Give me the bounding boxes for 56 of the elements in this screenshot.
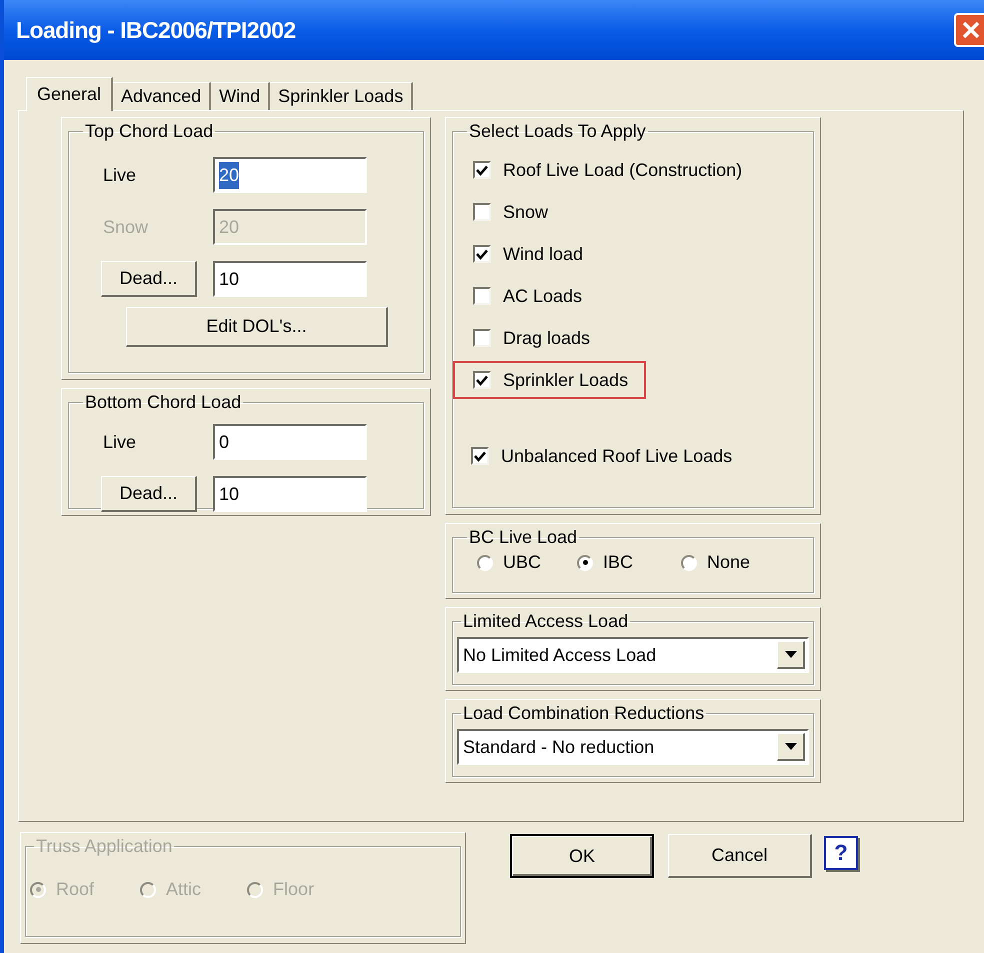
radio-button[interactable]	[477, 554, 493, 570]
checkbox[interactable]	[471, 447, 489, 465]
tab[interactable]: Wind	[211, 82, 270, 110]
checkbox[interactable]	[473, 245, 491, 263]
text-field[interactable]: 10	[213, 476, 367, 512]
close-icon	[961, 20, 981, 40]
edit-dols-button[interactable]: Edit DOL's...	[126, 307, 388, 347]
radio-label: None	[707, 551, 750, 574]
group-title: Truss Application	[35, 835, 174, 858]
dropdown-arrow-button[interactable]	[777, 641, 805, 669]
dropdown-arrow-button[interactable]	[777, 733, 805, 761]
dropdown[interactable]: No Limited Access Load	[457, 637, 809, 673]
text-field[interactable]: 20	[213, 157, 367, 193]
caret-icon	[784, 743, 796, 750]
tab[interactable]: Sprinkler Loads	[270, 82, 414, 110]
radio-label: Floor	[273, 878, 314, 901]
group-title: Bottom Chord Load	[84, 391, 242, 414]
dead-button[interactable]: Dead...	[101, 476, 197, 512]
text-field[interactable]: 10	[213, 261, 367, 297]
radio-label: Attic	[166, 878, 202, 901]
checkbox[interactable]	[473, 161, 491, 179]
checkbox[interactable]	[473, 203, 491, 221]
checkbox[interactable]	[473, 287, 491, 305]
group-title: Load Combination Reductions	[462, 702, 706, 725]
caret-icon	[784, 651, 796, 658]
checkbox-label: Drag loads	[503, 326, 590, 350]
dropdown[interactable]: Standard - No reduction	[457, 729, 809, 765]
field-label: Live	[102, 430, 138, 454]
text-field[interactable]: 0	[213, 424, 367, 460]
radio-label: Roof	[56, 878, 94, 901]
dialog-button[interactable]: OK	[510, 834, 654, 878]
radio-button[interactable]	[681, 554, 698, 570]
checkbox-label: Snow	[503, 200, 548, 224]
checkbox-label: Wind load	[503, 242, 584, 266]
dead-button[interactable]: Dead...	[101, 261, 197, 297]
checkbox-label: Unbalanced Roof Live Loads	[501, 444, 732, 468]
group-title: Limited Access Load	[462, 610, 630, 633]
dialog-button[interactable]: Cancel	[668, 834, 812, 878]
tab[interactable]: General	[26, 77, 114, 111]
field-label: Snow	[102, 216, 150, 238]
checkbox-label: Roof Live Load (Construction)	[503, 158, 742, 182]
radio-label: IBC	[603, 551, 634, 574]
checkbox-label: Sprinkler Loads	[503, 368, 628, 392]
radio-label: UBC	[503, 551, 542, 574]
radio-button[interactable]	[577, 554, 594, 570]
checkbox[interactable]	[473, 371, 491, 389]
field-label: Live	[102, 164, 138, 186]
close-button[interactable]	[954, 13, 984, 47]
tab[interactable]: Advanced	[113, 82, 212, 110]
window-title: Loading - IBC2006/TPI2002	[16, 16, 296, 45]
checkbox-label: AC Loads	[503, 284, 582, 308]
group-title: Select Loads To Apply	[468, 120, 647, 143]
group-title: BC Live Load	[468, 526, 578, 549]
checkbox[interactable]	[473, 329, 491, 347]
help-button[interactable]: ?	[824, 836, 858, 870]
group-title: Top Chord Load	[84, 120, 214, 143]
